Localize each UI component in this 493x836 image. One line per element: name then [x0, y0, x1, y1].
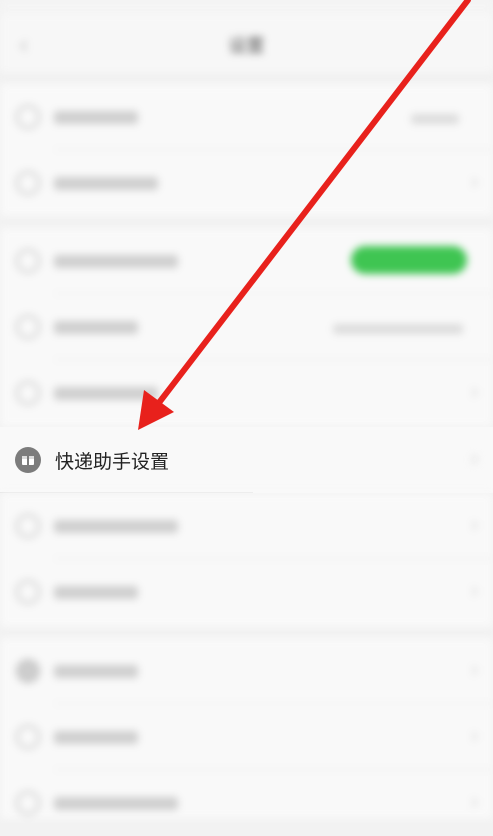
annotation-arrow [138, 0, 471, 430]
arrow-shaft [155, 0, 471, 407]
arrow-head [138, 390, 174, 430]
